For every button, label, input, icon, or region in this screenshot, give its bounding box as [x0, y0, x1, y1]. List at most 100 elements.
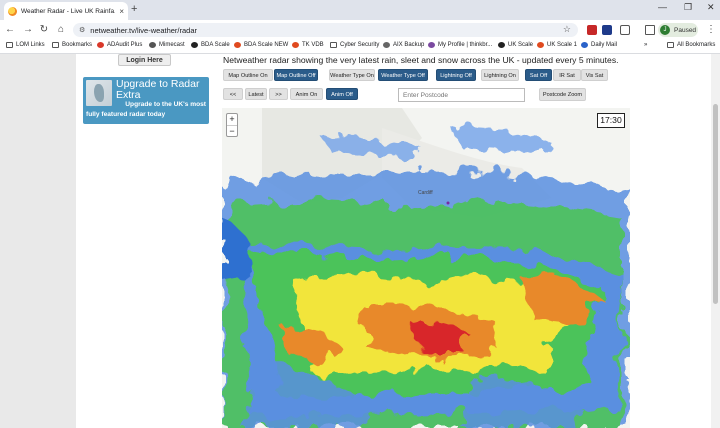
- radar-timestamp: 17:30: [597, 113, 625, 128]
- bda-icon: [191, 42, 198, 48]
- radar-description: Netweather radar showing the very latest…: [223, 55, 619, 65]
- bookmark-label: LOM Links: [16, 42, 45, 48]
- site-info-icon[interactable]: ⚙: [79, 26, 85, 34]
- bookmark-item[interactable]: UK Scale 1: [537, 42, 577, 48]
- home-icon[interactable]: ⌂: [55, 24, 67, 36]
- radar-control-button[interactable]: IR Sat: [553, 69, 581, 81]
- promo-subtitle-line1: Upgrade to the UK's most: [125, 101, 206, 108]
- page-scrollbar[interactable]: [711, 54, 720, 428]
- bookmark-label: UK Scale 1: [547, 42, 578, 48]
- mimecast-icon: [149, 42, 156, 48]
- weather-favicon-icon: [8, 6, 17, 16]
- folder-icon: [6, 42, 13, 48]
- all-bookmarks[interactable]: All Bookmarks: [667, 42, 715, 48]
- tab-title: Weather Radar - Live UK Rainfa...: [21, 7, 116, 15]
- bookmark-star-icon[interactable]: ☆: [563, 24, 571, 35]
- close-window-icon[interactable]: ✕: [707, 2, 715, 13]
- bookmark-item[interactable]: TK VDB: [292, 42, 324, 48]
- radar-control-button[interactable]: Sat Off: [525, 69, 552, 81]
- bookmark-item[interactable]: My Profile | thinkbr...: [428, 42, 492, 48]
- avatar: J: [660, 25, 670, 35]
- radar-control-button[interactable]: Map Outline On: [223, 69, 273, 81]
- bda-new-icon: [234, 42, 241, 48]
- radar-control-button[interactable]: Anim On: [290, 88, 323, 100]
- extension-blue-icon[interactable]: [602, 25, 612, 35]
- maximize-icon[interactable]: ❐: [684, 2, 692, 13]
- reload-icon[interactable]: ↻: [38, 24, 50, 36]
- page: Login Here Upgrade to Radar Extra Upgrad…: [0, 54, 720, 428]
- forward-icon[interactable]: →: [22, 24, 34, 36]
- bookmark-label: TK VDB: [302, 42, 324, 48]
- map-zoom-control: + −: [226, 113, 238, 137]
- extension-red-icon[interactable]: [587, 25, 597, 35]
- bookmark-label: UK Scale: [508, 42, 534, 48]
- bookmark-label: BDA Scale NEW: [244, 42, 289, 48]
- radar-control-button[interactable]: Latest: [245, 88, 267, 100]
- postcode-zoom-button[interactable]: Postcode Zoom: [539, 88, 586, 101]
- bookmark-item[interactable]: Mimecast: [149, 42, 185, 48]
- main-content: Netweather radar showing the very latest…: [213, 54, 720, 428]
- bookmark-label: ADAudit Plus: [107, 42, 143, 48]
- browser-tab[interactable]: Weather Radar - Live UK Rainfa... ×: [4, 2, 128, 20]
- tab-strip: Weather Radar - Live UK Rainfa... × + — …: [0, 0, 720, 20]
- bookmark-item[interactable]: LOM Links: [6, 42, 45, 48]
- upgrade-promo[interactable]: Upgrade to Radar Extra Upgrade to the UK…: [83, 77, 209, 124]
- bookmark-item[interactable]: UK Scale: [498, 42, 533, 48]
- ukscale1-icon: [537, 42, 544, 48]
- bookmark-label: My Profile | thinkbr...: [438, 42, 493, 48]
- folder-icon: [667, 42, 674, 48]
- radar-control-button[interactable]: Lightning Off: [436, 69, 476, 81]
- radar-control-button[interactable]: Vis Sat: [581, 69, 608, 81]
- minimize-icon[interactable]: —: [658, 2, 667, 12]
- profile-icon: [428, 42, 435, 48]
- adaudit-icon: [97, 42, 104, 48]
- zoom-out-button[interactable]: −: [227, 125, 237, 136]
- bookmark-item[interactable]: BDA Scale: [191, 42, 230, 48]
- bookmark-label: BDA Scale: [201, 42, 230, 48]
- radar-control-button[interactable]: <<: [223, 88, 243, 100]
- folder-icon: [52, 42, 59, 48]
- url-text[interactable]: netweather.tv/live-weather/radar: [90, 26, 197, 35]
- cast-icon[interactable]: [645, 25, 655, 35]
- radar-control-button[interactable]: Weather Type On: [329, 69, 375, 81]
- profile-button[interactable]: J Paused: [658, 23, 698, 37]
- lightning-marker: [446, 201, 450, 205]
- bookmark-label: AIX Backup: [393, 42, 425, 48]
- globe-icon: [383, 42, 390, 48]
- radar-control-button[interactable]: Map Outline Off: [274, 69, 318, 81]
- radar-control-button[interactable]: Anim Off: [326, 88, 358, 100]
- new-tab-icon[interactable]: +: [131, 3, 137, 15]
- bookmark-item[interactable]: BDA Scale NEW: [234, 42, 288, 48]
- promo-subtitle-line2: fully featured radar today: [86, 111, 166, 118]
- radar-map-canvas: Cardiff: [222, 108, 630, 428]
- bookmarks-overflow-icon[interactable]: »: [644, 42, 647, 48]
- bookmark-item[interactable]: AIX Backup: [383, 42, 424, 48]
- login-button[interactable]: Login Here: [118, 54, 171, 66]
- bookmark-label: Daily Mail: [591, 42, 618, 48]
- radar-map[interactable]: Cardiff + − 17:30: [222, 108, 630, 428]
- tk-icon: [292, 42, 299, 48]
- back-icon[interactable]: ←: [4, 24, 16, 36]
- menu-kebab-icon[interactable]: ⋮: [705, 24, 717, 36]
- bookmark-item[interactable]: Bookmarks: [52, 42, 92, 48]
- extensions-puzzle-icon[interactable]: [620, 25, 630, 35]
- bookmarks-bar: LOM Links Bookmarks ADAudit Plus Mimecast BD…: [0, 40, 720, 54]
- dailymail-icon: [581, 42, 588, 48]
- bookmark-item[interactable]: Cyber Security: [330, 42, 379, 48]
- promo-title: Upgrade to Radar Extra: [116, 78, 200, 101]
- radar-control-button[interactable]: Lightning On: [481, 69, 519, 81]
- address-bar[interactable]: ⚙ netweather.tv/live-weather/radar ☆: [73, 23, 578, 37]
- bookmark-item[interactable]: Daily Mail: [581, 42, 617, 48]
- zoom-in-button[interactable]: +: [227, 114, 237, 125]
- all-bookmarks-label: All Bookmarks: [677, 42, 716, 48]
- postcode-input[interactable]: [398, 88, 525, 102]
- bookmark-label: Cyber Security: [340, 42, 380, 48]
- radar-control-button[interactable]: >>: [269, 88, 288, 100]
- profile-status: Paused: [674, 26, 697, 34]
- scrollbar-thumb[interactable]: [713, 104, 718, 304]
- radar-control-button[interactable]: Weather Type Off: [378, 69, 428, 81]
- ukscale-icon: [498, 42, 505, 48]
- bookmark-item[interactable]: ADAudit Plus: [97, 42, 142, 48]
- bookmark-label: Bookmarks: [62, 42, 93, 48]
- tab-close-icon[interactable]: ×: [119, 7, 124, 16]
